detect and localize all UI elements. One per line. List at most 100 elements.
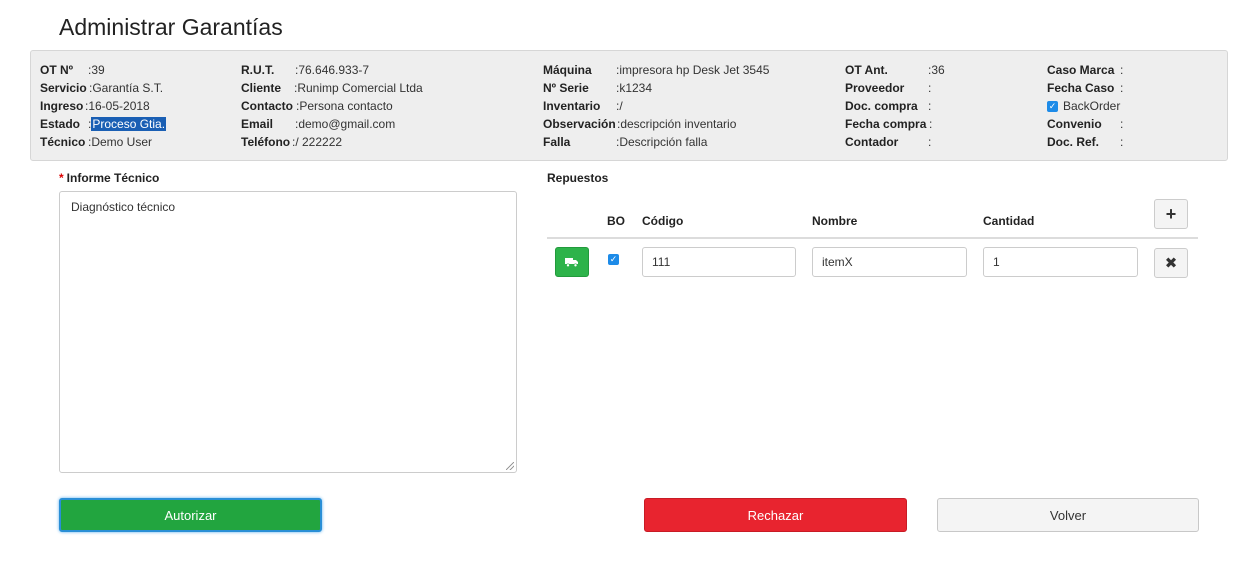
checkmark-icon: ✓ bbox=[1047, 101, 1058, 113]
info-row-ingreso: Ingreso:16-05-2018 bbox=[40, 97, 220, 115]
label-cliente: Cliente bbox=[241, 81, 282, 95]
cantidad-input[interactable]: 1 bbox=[983, 247, 1138, 277]
volver-button[interactable]: Volver bbox=[937, 498, 1199, 532]
value-observacion: :descripción inventario bbox=[617, 117, 737, 131]
info-row-caso-marca: Caso Marca: bbox=[1047, 61, 1217, 79]
bo-checkbox[interactable]: ✓ bbox=[608, 251, 624, 269]
required-mark: * bbox=[59, 171, 64, 185]
label-doc-ref: Doc. Ref. bbox=[1047, 135, 1100, 149]
info-row-estado: Estado :Proceso Gtia. bbox=[40, 115, 220, 133]
checkmark-icon: ✓ bbox=[608, 254, 619, 266]
label-falla: Falla bbox=[543, 135, 571, 149]
info-row-rut: R.U.T. :76.646.933-7 bbox=[241, 61, 531, 79]
codigo-input[interactable]: 111 bbox=[642, 247, 796, 277]
autorizar-button[interactable]: Autorizar bbox=[59, 498, 322, 532]
value-fecha-caso: : bbox=[1120, 81, 1124, 95]
table-header-divider bbox=[547, 237, 1198, 239]
label-observacion: Observación bbox=[543, 117, 616, 131]
value-servicio: :Garantía S.T. bbox=[89, 81, 164, 95]
plus-icon: + bbox=[1165, 203, 1177, 224]
label-rut: R.U.T. bbox=[241, 63, 275, 77]
value-cliente: :Runimp Comercial Ltda bbox=[294, 81, 423, 95]
column-header-cantidad: Cantidad bbox=[983, 214, 1035, 228]
label-tecnico: Técnico bbox=[40, 135, 86, 149]
value-falla: :Descripción falla bbox=[616, 135, 708, 149]
label-inventario: Inventario bbox=[543, 99, 601, 113]
info-row-observacion: Observación:descripción inventario bbox=[543, 115, 833, 133]
info-row-telefono: Teléfono:/ 222222 bbox=[241, 133, 531, 151]
value-caso-marca: : bbox=[1120, 63, 1124, 77]
resize-grip-icon[interactable] bbox=[506, 462, 514, 470]
info-row-ot: OT Nº :39 bbox=[40, 61, 220, 79]
value-ot-ant: :36 bbox=[928, 63, 945, 77]
close-icon: ✖ bbox=[1164, 255, 1178, 272]
column-header-bo: BO bbox=[607, 214, 625, 228]
informe-tecnico-label: * Informe Técnico bbox=[59, 171, 160, 185]
truck-button[interactable] bbox=[555, 247, 589, 277]
value-ingreso: :16-05-2018 bbox=[85, 99, 150, 113]
label-maquina: Máquina bbox=[543, 63, 592, 77]
value-contador: : bbox=[928, 135, 932, 149]
label-proveedor: Proveedor bbox=[845, 81, 905, 95]
value-inventario: :/ bbox=[616, 99, 623, 113]
truck-icon bbox=[565, 258, 578, 267]
info-row-fecha-caso: Fecha Caso: bbox=[1047, 79, 1217, 97]
label-fecha-compra: Fecha compra bbox=[845, 117, 927, 131]
column-header-nombre: Nombre bbox=[812, 214, 858, 228]
value-maquina: :impresora hp Desk Jet 3545 bbox=[616, 63, 770, 77]
value-doc-compra: : bbox=[928, 99, 932, 113]
info-row-contador: Contador: bbox=[845, 133, 1035, 151]
info-row-backorder[interactable]: ✓ BackOrder bbox=[1047, 97, 1217, 115]
value-estado: :Proceso Gtia. bbox=[88, 117, 167, 131]
info-column-caso: Caso Marca: Fecha Caso: ✓ BackOrder Conve… bbox=[1047, 61, 1217, 151]
value-ot: :39 bbox=[88, 63, 105, 77]
label-estado: Estado bbox=[40, 117, 81, 131]
info-row-email: Email:demo@gmail.com bbox=[241, 115, 531, 133]
label-ot-ant: OT Ant. bbox=[845, 63, 888, 77]
value-contacto: :Persona contacto bbox=[296, 99, 393, 113]
informe-tecnico-value: Diagnóstico técnico bbox=[71, 200, 176, 214]
info-column-compra: OT Ant. :36 Proveedor: Doc. compra: Fecha… bbox=[845, 61, 1035, 151]
label-fecha-caso: Fecha Caso bbox=[1047, 81, 1115, 95]
value-tecnico: :Demo User bbox=[88, 135, 153, 149]
column-header-codigo: Código bbox=[642, 214, 684, 228]
value-proveedor: : bbox=[928, 81, 932, 95]
info-column-ot: OT Nº :39 Servicio:Garantía S.T. Ingreso:… bbox=[40, 61, 220, 151]
info-row-fecha-compra: Fecha compra: bbox=[845, 115, 1035, 133]
status-selected-text: Proceso Gtia. bbox=[91, 117, 167, 131]
value-telefono: :/ 222222 bbox=[292, 135, 343, 149]
label-contador: Contador bbox=[845, 135, 899, 149]
info-row-proveedor: Proveedor: bbox=[845, 79, 1035, 97]
label-ot: OT Nº bbox=[40, 63, 74, 77]
page-title: Administrar Garantías bbox=[59, 14, 283, 40]
label-servicio: Servicio bbox=[40, 81, 87, 95]
info-row-inventario: Inventario :/ bbox=[543, 97, 833, 115]
info-row-contacto: Contacto:Persona contacto bbox=[241, 97, 531, 115]
add-repuesto-button[interactable]: + bbox=[1154, 199, 1188, 229]
info-row-servicio: Servicio:Garantía S.T. bbox=[40, 79, 220, 97]
label-convenio: Convenio bbox=[1047, 117, 1102, 131]
info-row-convenio: Convenio: bbox=[1047, 115, 1217, 133]
info-column-maquina: Máquina :impresora hp Desk Jet 3545 Nº Se… bbox=[543, 61, 833, 151]
informe-tecnico-textarea[interactable]: Diagnóstico técnico bbox=[59, 191, 517, 473]
backorder-label: BackOrder bbox=[1063, 99, 1121, 113]
info-row-cliente: Cliente :Runimp Comercial Ltda bbox=[241, 79, 531, 97]
rechazar-button[interactable]: Rechazar bbox=[644, 498, 907, 532]
info-row-doc-ref: Doc. Ref.: bbox=[1047, 133, 1217, 151]
backorder-checkbox[interactable]: ✓ BackOrder bbox=[1047, 97, 1120, 115]
remove-repuesto-button[interactable]: ✖ bbox=[1154, 248, 1188, 278]
value-rut: :76.646.933-7 bbox=[295, 63, 370, 77]
info-row-tecnico: Técnico:Demo User bbox=[40, 133, 220, 151]
info-row-maquina: Máquina :impresora hp Desk Jet 3545 bbox=[543, 61, 833, 79]
label-telefono: Teléfono bbox=[241, 135, 291, 149]
label-caso-marca: Caso Marca bbox=[1047, 63, 1115, 77]
label-doc-compra: Doc. compra bbox=[845, 99, 918, 113]
label-serie: Nº Serie bbox=[543, 81, 589, 95]
info-row-doc-compra: Doc. compra: bbox=[845, 97, 1035, 115]
info-row-falla: Falla :Descripción falla bbox=[543, 133, 833, 151]
info-row-serie: Nº Serie :k1234 bbox=[543, 79, 833, 97]
label-contacto: Contacto bbox=[241, 99, 293, 113]
repuestos-label: Repuestos bbox=[547, 171, 609, 185]
nombre-input[interactable]: itemX bbox=[812, 247, 967, 277]
value-serie: :k1234 bbox=[616, 81, 653, 95]
